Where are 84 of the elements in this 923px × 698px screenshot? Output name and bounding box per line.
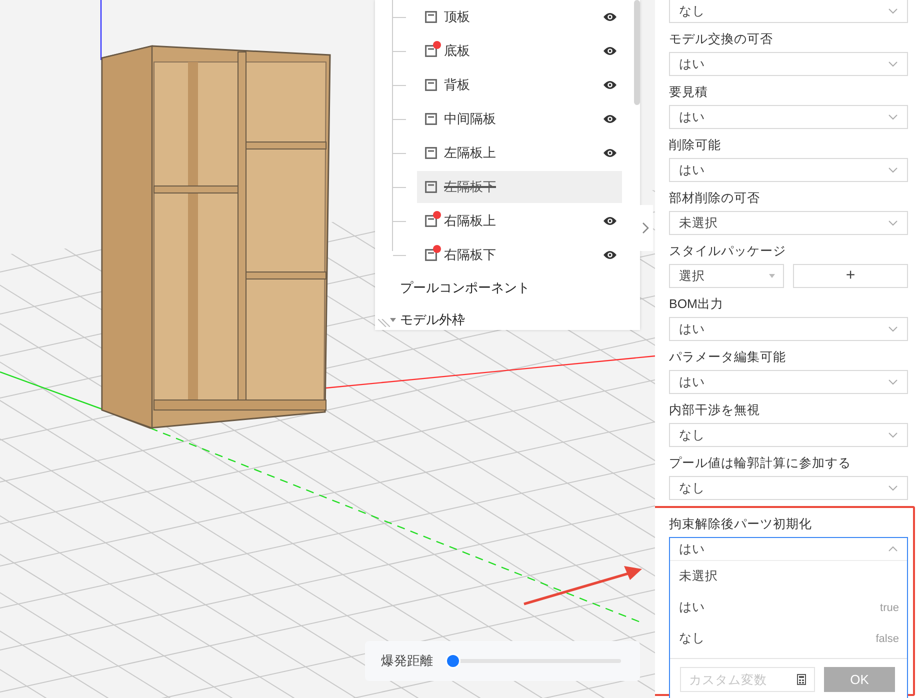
tree-item[interactable]: 顶板 <box>417 1 622 33</box>
field-label: スタイルパッケージ <box>669 243 787 260</box>
chevron-down-icon <box>888 432 898 438</box>
add-button[interactable]: + <box>793 264 908 288</box>
panel-icon <box>425 11 437 23</box>
tree-item[interactable]: 背板 <box>417 69 622 101</box>
option-value: false <box>876 632 899 644</box>
tree-item-label: 中间隔板 <box>444 110 496 128</box>
chevron-right-icon <box>642 222 648 234</box>
chevron-down-icon <box>888 220 898 226</box>
tree-item-label: 右隔板下 <box>444 246 496 264</box>
select-field[interactable]: 未選択 <box>669 211 908 235</box>
field-label: プール値は輪郭計算に参加する <box>669 455 852 472</box>
option-label: 未選択 <box>679 568 718 585</box>
calculator-icon[interactable] <box>797 674 806 685</box>
dropdown-option[interactable]: 未選択 <box>670 561 907 592</box>
eye-icon[interactable] <box>603 12 617 22</box>
field-label: パラメータ編集可能 <box>669 349 787 366</box>
eye-icon[interactable] <box>603 46 617 56</box>
tree-item[interactable]: 底板 <box>417 35 622 67</box>
scrollbar-thumb[interactable] <box>634 0 640 105</box>
chevron-down-icon <box>888 8 898 14</box>
chevron-down-icon <box>888 114 898 120</box>
field-label: BOM出力 <box>669 296 724 313</box>
tree-item-label: 顶板 <box>444 8 470 26</box>
select-field[interactable]: はい <box>669 52 908 76</box>
dropdown-option[interactable]: なし false <box>670 623 907 654</box>
slider-thumb[interactable] <box>447 655 459 667</box>
tree-item-label: 右隔板上 <box>444 212 496 230</box>
tree-item[interactable]: 左隔板上 <box>417 137 622 169</box>
panel-icon <box>425 249 437 261</box>
collapse-handle[interactable] <box>637 205 653 251</box>
tree-item-label: 左隔板上 <box>444 144 496 162</box>
select-field[interactable]: はい <box>669 158 908 182</box>
panel-icon <box>425 147 437 159</box>
tree-item[interactable]: 左隔板下 <box>417 171 622 203</box>
field-label: 要見積 <box>669 84 709 101</box>
field-label: 削除可能 <box>669 137 722 154</box>
select-field[interactable]: なし <box>669 423 908 447</box>
select-field[interactable]: はい <box>669 370 908 394</box>
select-field[interactable]: はい <box>669 317 908 341</box>
eye-icon[interactable] <box>603 250 617 260</box>
select-field[interactable]: なし <box>669 0 908 23</box>
tree-item[interactable]: 右隔板上 <box>417 205 622 237</box>
select-field[interactable]: 選択 <box>669 264 784 288</box>
slider-label: 爆発距離 <box>381 652 433 670</box>
caret-icon[interactable] <box>389 316 397 324</box>
tree-item[interactable]: 右隔板下 <box>417 239 622 271</box>
chevron-down-icon <box>888 167 898 173</box>
chevron-down-icon <box>888 61 898 67</box>
panel-icon <box>425 79 437 91</box>
panel-icon <box>425 45 437 57</box>
tree-item[interactable]: 中间隔板 <box>417 103 622 135</box>
custom-variable-field[interactable]: カスタム変数 <box>680 667 815 692</box>
chevron-up-icon <box>888 546 898 552</box>
field-label: 部材削除の可否 <box>669 190 761 207</box>
eye-icon[interactable] <box>603 80 617 90</box>
select-field[interactable]: はい <box>669 105 908 129</box>
tree-group-label[interactable]: プールコンポーネント <box>400 279 530 297</box>
chevron-down-icon <box>888 485 898 491</box>
option-label: なし <box>679 630 705 647</box>
panel-icon <box>425 113 437 125</box>
tree-group-label[interactable]: モデル外枠 <box>400 311 465 329</box>
option-label: はい <box>679 599 705 616</box>
3d-viewport[interactable]: 顶板 底板 背板 中间隔板 左隔板上 左隔板下 右隔板上 右隔板下 プールコンポーネント モデル外枠 爆発距離 <box>0 0 655 698</box>
field-label: 内部干渉を無視 <box>669 402 761 419</box>
field-label: モデル交換の可否 <box>669 31 774 48</box>
resize-grip-icon[interactable] <box>378 319 390 327</box>
tree-item-label: 底板 <box>444 42 470 60</box>
caret-icon <box>769 274 775 278</box>
slider-track[interactable] <box>447 654 622 668</box>
tree-item-label: 背板 <box>444 76 470 94</box>
panel-icon <box>425 181 437 193</box>
chevron-down-icon <box>888 326 898 332</box>
option-value: true <box>880 602 899 614</box>
dropdown-option[interactable]: はい true <box>670 592 907 623</box>
select-field[interactable]: なし <box>669 476 908 500</box>
chevron-down-icon <box>888 379 898 385</box>
panel-icon <box>425 215 437 227</box>
eye-icon[interactable] <box>603 114 617 124</box>
field-label: 拘束解除後パーツ初期化 <box>669 516 813 533</box>
eye-icon[interactable] <box>603 216 617 226</box>
eye-icon[interactable] <box>603 148 617 158</box>
tree-item-label: 左隔板下 <box>444 178 496 196</box>
